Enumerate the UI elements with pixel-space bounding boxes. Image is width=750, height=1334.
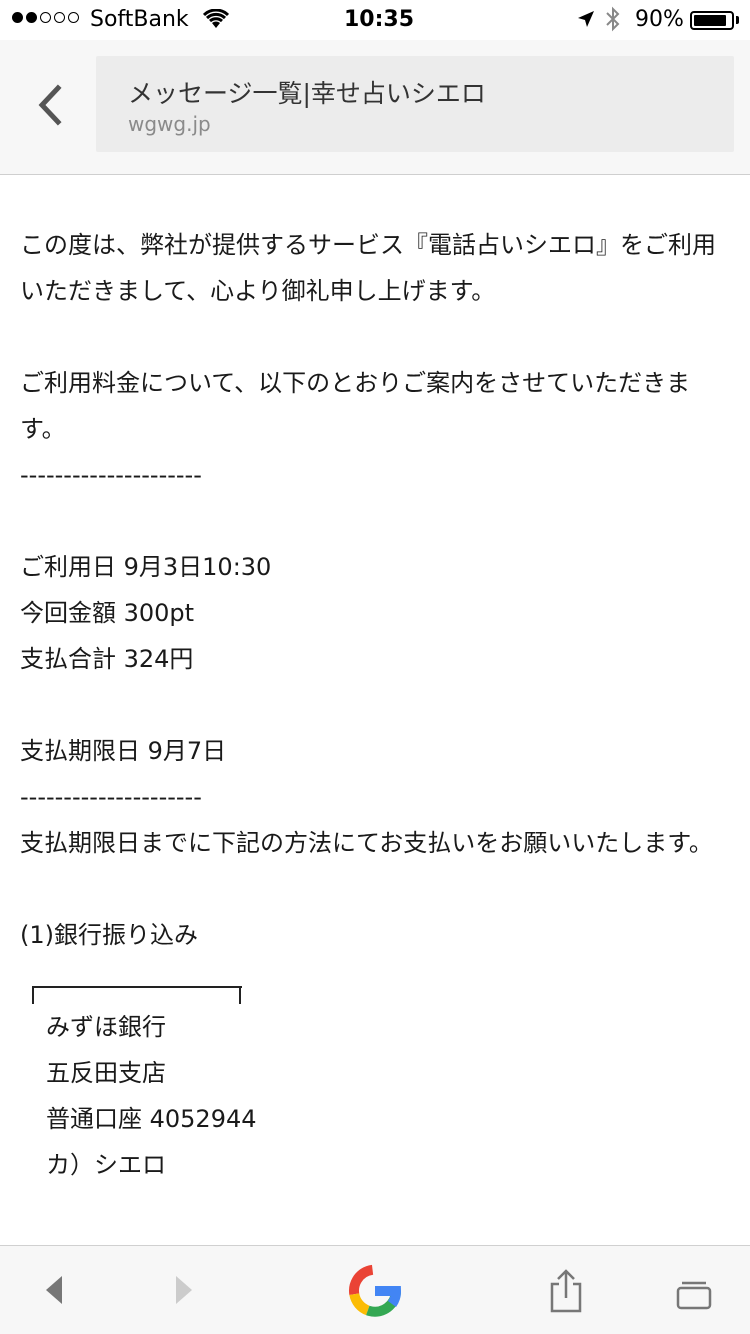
clock: 10:35 bbox=[344, 7, 415, 32]
greeting-paragraph: この度は、弊社が提供するサービス『電話占いシエロ』をご利用いただきまして、心より… bbox=[20, 231, 716, 305]
battery-icon bbox=[690, 11, 734, 30]
divider-text: --------------------- bbox=[20, 783, 202, 811]
amount: 今回金額 300pt bbox=[20, 599, 195, 627]
location-arrow-icon bbox=[578, 11, 594, 27]
browser-toolbar bbox=[0, 1245, 750, 1334]
bank-branch: 五反田支店 bbox=[46, 1059, 166, 1087]
account-holder: カ）シエロ bbox=[46, 1151, 166, 1179]
divider-text: --------------------- bbox=[20, 461, 202, 489]
message-body: この度は、弊社が提供するサービス『電話占いシエロ』をご利用いただきまして、心より… bbox=[20, 222, 730, 1188]
due-date: 支払期限日 9月7日 bbox=[20, 737, 227, 765]
address-bar[interactable]: メッセージ一覧|幸せ占いシエロ wgwg.jp bbox=[96, 56, 734, 152]
browser-header: メッセージ一覧|幸せ占いシエロ wgwg.jp bbox=[0, 40, 750, 175]
google-logo-icon[interactable] bbox=[344, 1260, 406, 1322]
wifi-icon bbox=[203, 9, 229, 28]
payment-instruction: 支払期限日までに下記の方法にてお支払いをお願いいたします。 bbox=[20, 829, 713, 857]
payment-method-heading: (1)銀行振り込み bbox=[20, 921, 198, 949]
share-icon[interactable] bbox=[548, 1268, 584, 1314]
bank-name: みずほ銀行 bbox=[46, 1013, 166, 1041]
fee-intro-paragraph: ご利用料金について、以下のとおりご案内をさせていただきます。 bbox=[20, 369, 691, 443]
battery-percent: 90% bbox=[635, 7, 684, 32]
carrier-label: SoftBank bbox=[90, 7, 189, 32]
page-title: メッセージ一覧|幸せ占いシエロ bbox=[128, 79, 486, 108]
account-number: 普通口座 4052944 bbox=[46, 1105, 257, 1133]
status-bar: SoftBank 10:35 90% bbox=[0, 0, 750, 40]
tabs-icon[interactable] bbox=[674, 1276, 714, 1312]
page-domain: wgwg.jp bbox=[128, 112, 211, 136]
chevron-left-icon[interactable] bbox=[30, 80, 70, 130]
signal-dots-icon bbox=[12, 12, 79, 23]
box-top-border bbox=[20, 958, 730, 1004]
battery-cap bbox=[736, 16, 739, 24]
triangle-right-icon[interactable] bbox=[172, 1274, 196, 1306]
bluetooth-icon bbox=[605, 6, 621, 38]
usage-date: ご利用日 9月3日10:30 bbox=[20, 553, 272, 581]
triangle-left-icon[interactable] bbox=[42, 1274, 66, 1306]
total: 支払合計 324円 bbox=[20, 645, 194, 673]
